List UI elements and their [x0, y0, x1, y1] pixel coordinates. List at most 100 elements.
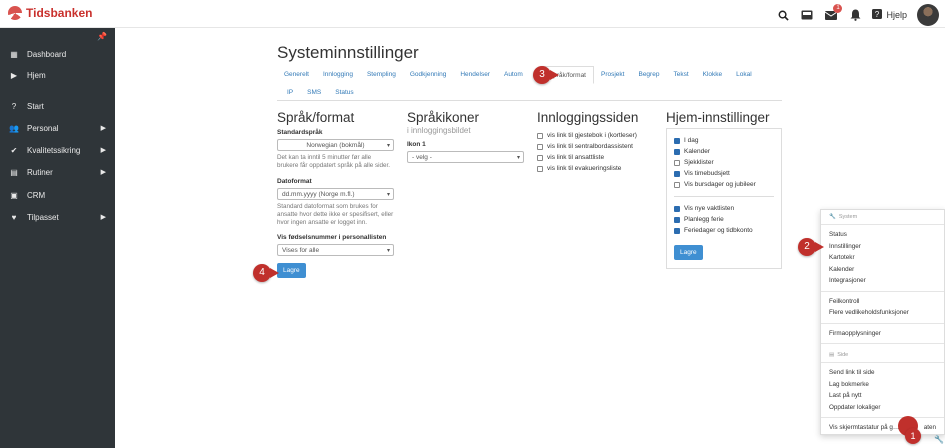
menu-item-firmaopplysninger[interactable]: Firmaopplysninger [821, 328, 944, 340]
mail-icon[interactable]: 1 [824, 4, 843, 22]
menu-header-label: Side [837, 352, 849, 358]
callout-4: 4 [253, 264, 271, 282]
tab-generelt[interactable]: Generelt [277, 66, 316, 84]
menu-item-integrasjoner[interactable]: Integrasjoner [821, 275, 944, 287]
sidebar-item-label: Hjem [27, 70, 46, 80]
select-value: - velg - [412, 153, 432, 161]
checkbox[interactable] [674, 216, 680, 223]
tab-prosjekt[interactable]: Prosjekt [594, 66, 631, 84]
section-title: Innloggingssiden [537, 110, 639, 125]
tab-stempling[interactable]: Stempling [360, 66, 403, 84]
bell-icon[interactable] [848, 8, 862, 22]
login-option-employees[interactable]: vis link til ansattliste [537, 152, 662, 163]
sidebar-item-personal[interactable]: 👥 Personal ▶ [0, 119, 115, 137]
menu-header-system: 🔧 System [821, 210, 944, 224]
pin-icon[interactable]: 📌 [97, 32, 107, 41]
menu-item-vedlikehold[interactable]: Flere vedlikeholdsfunksjoner [821, 307, 944, 319]
callout-2: 2 [798, 238, 816, 256]
save-button[interactable]: Lagre [277, 263, 306, 278]
wrench-icon[interactable]: 🔧 [934, 435, 944, 444]
home-option-timebudget[interactable]: Vis timebudsjett [674, 168, 774, 179]
menu-item-status[interactable]: Status [821, 229, 944, 241]
tab-godkjenning[interactable]: Godkjenning [403, 66, 454, 84]
sidebar-item-kvalitetssikring[interactable]: ✔ Kvalitetssikring ▶ [0, 141, 115, 159]
crm-icon: ▣ [10, 190, 18, 200]
login-option-switchboard[interactable]: vis link til sentralbordassistent [537, 141, 662, 152]
chevron-right-icon: ▶ [100, 147, 106, 154]
inbox-icon[interactable] [800, 8, 814, 22]
home-option-shiftlist[interactable]: Vis nye vaktlisten [674, 203, 774, 214]
section-title: Hjem-innstillinger [666, 110, 770, 125]
menu-item-onscreen-keyboard[interactable]: Vis skjermtastatur på g… aten [821, 422, 944, 434]
chevron-right-icon: ▶ [100, 169, 106, 176]
login-option-guestbook[interactable]: vis link til gjestebok i (kortleser) [537, 130, 662, 141]
tabs-divider [277, 100, 782, 101]
checkbox[interactable] [537, 143, 543, 150]
help-link[interactable]: ? Hjelp [872, 9, 907, 21]
sidebar-item-dashboard[interactable]: ▦ Dashboard [0, 45, 115, 63]
play-icon: ▶ [10, 70, 18, 80]
checkbox[interactable] [674, 159, 680, 166]
sidebar-item-label: CRM [27, 190, 46, 200]
menu-item-update-local[interactable]: Oppdater lokaliger [821, 402, 944, 414]
sidebar-item-crm[interactable]: ▣ CRM [0, 186, 115, 204]
tab-hendelser[interactable]: Hendelser [453, 66, 497, 84]
sidebar-item-hjem[interactable]: ▶ Hjem [0, 66, 115, 84]
checkbox[interactable] [537, 154, 543, 161]
sidebar-item-label: Tilpasset [27, 212, 59, 222]
menu-item-kartotek[interactable]: Kartotekr [821, 252, 944, 264]
checkbox[interactable] [674, 181, 680, 188]
chevron-right-icon: ▶ [100, 214, 106, 221]
svg-text:?: ? [875, 10, 880, 19]
chevron-right-icon: ▶ [100, 125, 106, 132]
birth-number-select[interactable]: Vises for alle ▾ [277, 244, 394, 256]
home-option-calendar[interactable]: Kalender [674, 146, 774, 157]
tab-begrep[interactable]: Begrep [631, 66, 666, 84]
checkbox[interactable] [674, 170, 680, 177]
menu-item-kalender[interactable]: Kalender [821, 264, 944, 276]
checkbox[interactable] [537, 132, 543, 139]
menu-item-feilkontroll[interactable]: Feilkontroll [821, 296, 944, 308]
language-icons-section: Språkikoner i innloggingsbildet Ikon 1 -… [407, 110, 524, 163]
menu-item-send-link[interactable]: Send link til side [821, 367, 944, 379]
tab-klokke[interactable]: Klokke [696, 66, 730, 84]
checkbox[interactable] [674, 148, 680, 155]
home-option-vacation-days[interactable]: Feriedager og tidbkonto [674, 225, 774, 236]
avatar[interactable] [917, 4, 939, 26]
checkbox[interactable] [674, 205, 680, 212]
checkbox-label: Feriedager og tidbkonto [684, 227, 753, 234]
tab-lokal[interactable]: Lokal [729, 66, 759, 84]
standard-language-label: Standardspråk [277, 129, 323, 136]
checkbox[interactable] [674, 137, 680, 144]
home-option-plan-vacation[interactable]: Planlegg ferie [674, 214, 774, 225]
callout-3-pointer [550, 70, 559, 80]
login-option-evacuation[interactable]: vis link til evakueringsliste [537, 163, 662, 174]
checkbox-label: Planlegg ferie [684, 216, 724, 223]
checkbox-label: vis link til gjestebok i (kortleser) [547, 132, 637, 139]
tab-innlogging[interactable]: Innlogging [316, 66, 360, 84]
home-option-today[interactable]: I dag [674, 135, 774, 146]
sidebar-item-tilpasset[interactable]: ♥ Tilpasset ▶ [0, 208, 115, 226]
checkbox[interactable] [674, 227, 680, 234]
date-format-select[interactable]: dd.mm.yyyy (Norge m.fl.) ▾ [277, 188, 394, 200]
home-option-checklists[interactable]: Sjekklister [674, 157, 774, 168]
select-value: dd.mm.yyyy (Norge m.fl.) [282, 190, 355, 198]
menu-item-bookmark[interactable]: Lag bokmerke [821, 379, 944, 391]
save-button[interactable]: Lagre [674, 245, 703, 260]
icon-1-select[interactable]: - velg - ▾ [407, 151, 524, 163]
checkbox[interactable] [537, 165, 543, 172]
tabs-row-1: Generelt Innlogging Stempling Godkjennin… [277, 66, 759, 84]
logo-icon [8, 6, 22, 20]
menu-item-reload[interactable]: Last på nytt [821, 390, 944, 402]
standard-language-select[interactable]: Norwegian (bokmål) ▾ [277, 139, 394, 151]
sidebar-item-start[interactable]: ? Start [0, 97, 115, 115]
home-option-birthdays[interactable]: Vis bursdager og jubileer [674, 179, 774, 190]
sidebar-item-rutiner[interactable]: ▤ Rutiner ▶ [0, 163, 115, 181]
tab-tekst[interactable]: Tekst [666, 66, 695, 84]
home-settings-section: Hjem-innstillinger I dag Kalender Sjekkl… [666, 110, 796, 269]
menu-item-innstillinger[interactable]: Innstillinger [821, 241, 944, 253]
search-icon[interactable] [776, 8, 790, 22]
logo[interactable]: Tidsbanken [8, 6, 92, 20]
menu-header-label: System [838, 214, 858, 220]
callout-2-pointer [815, 242, 824, 252]
